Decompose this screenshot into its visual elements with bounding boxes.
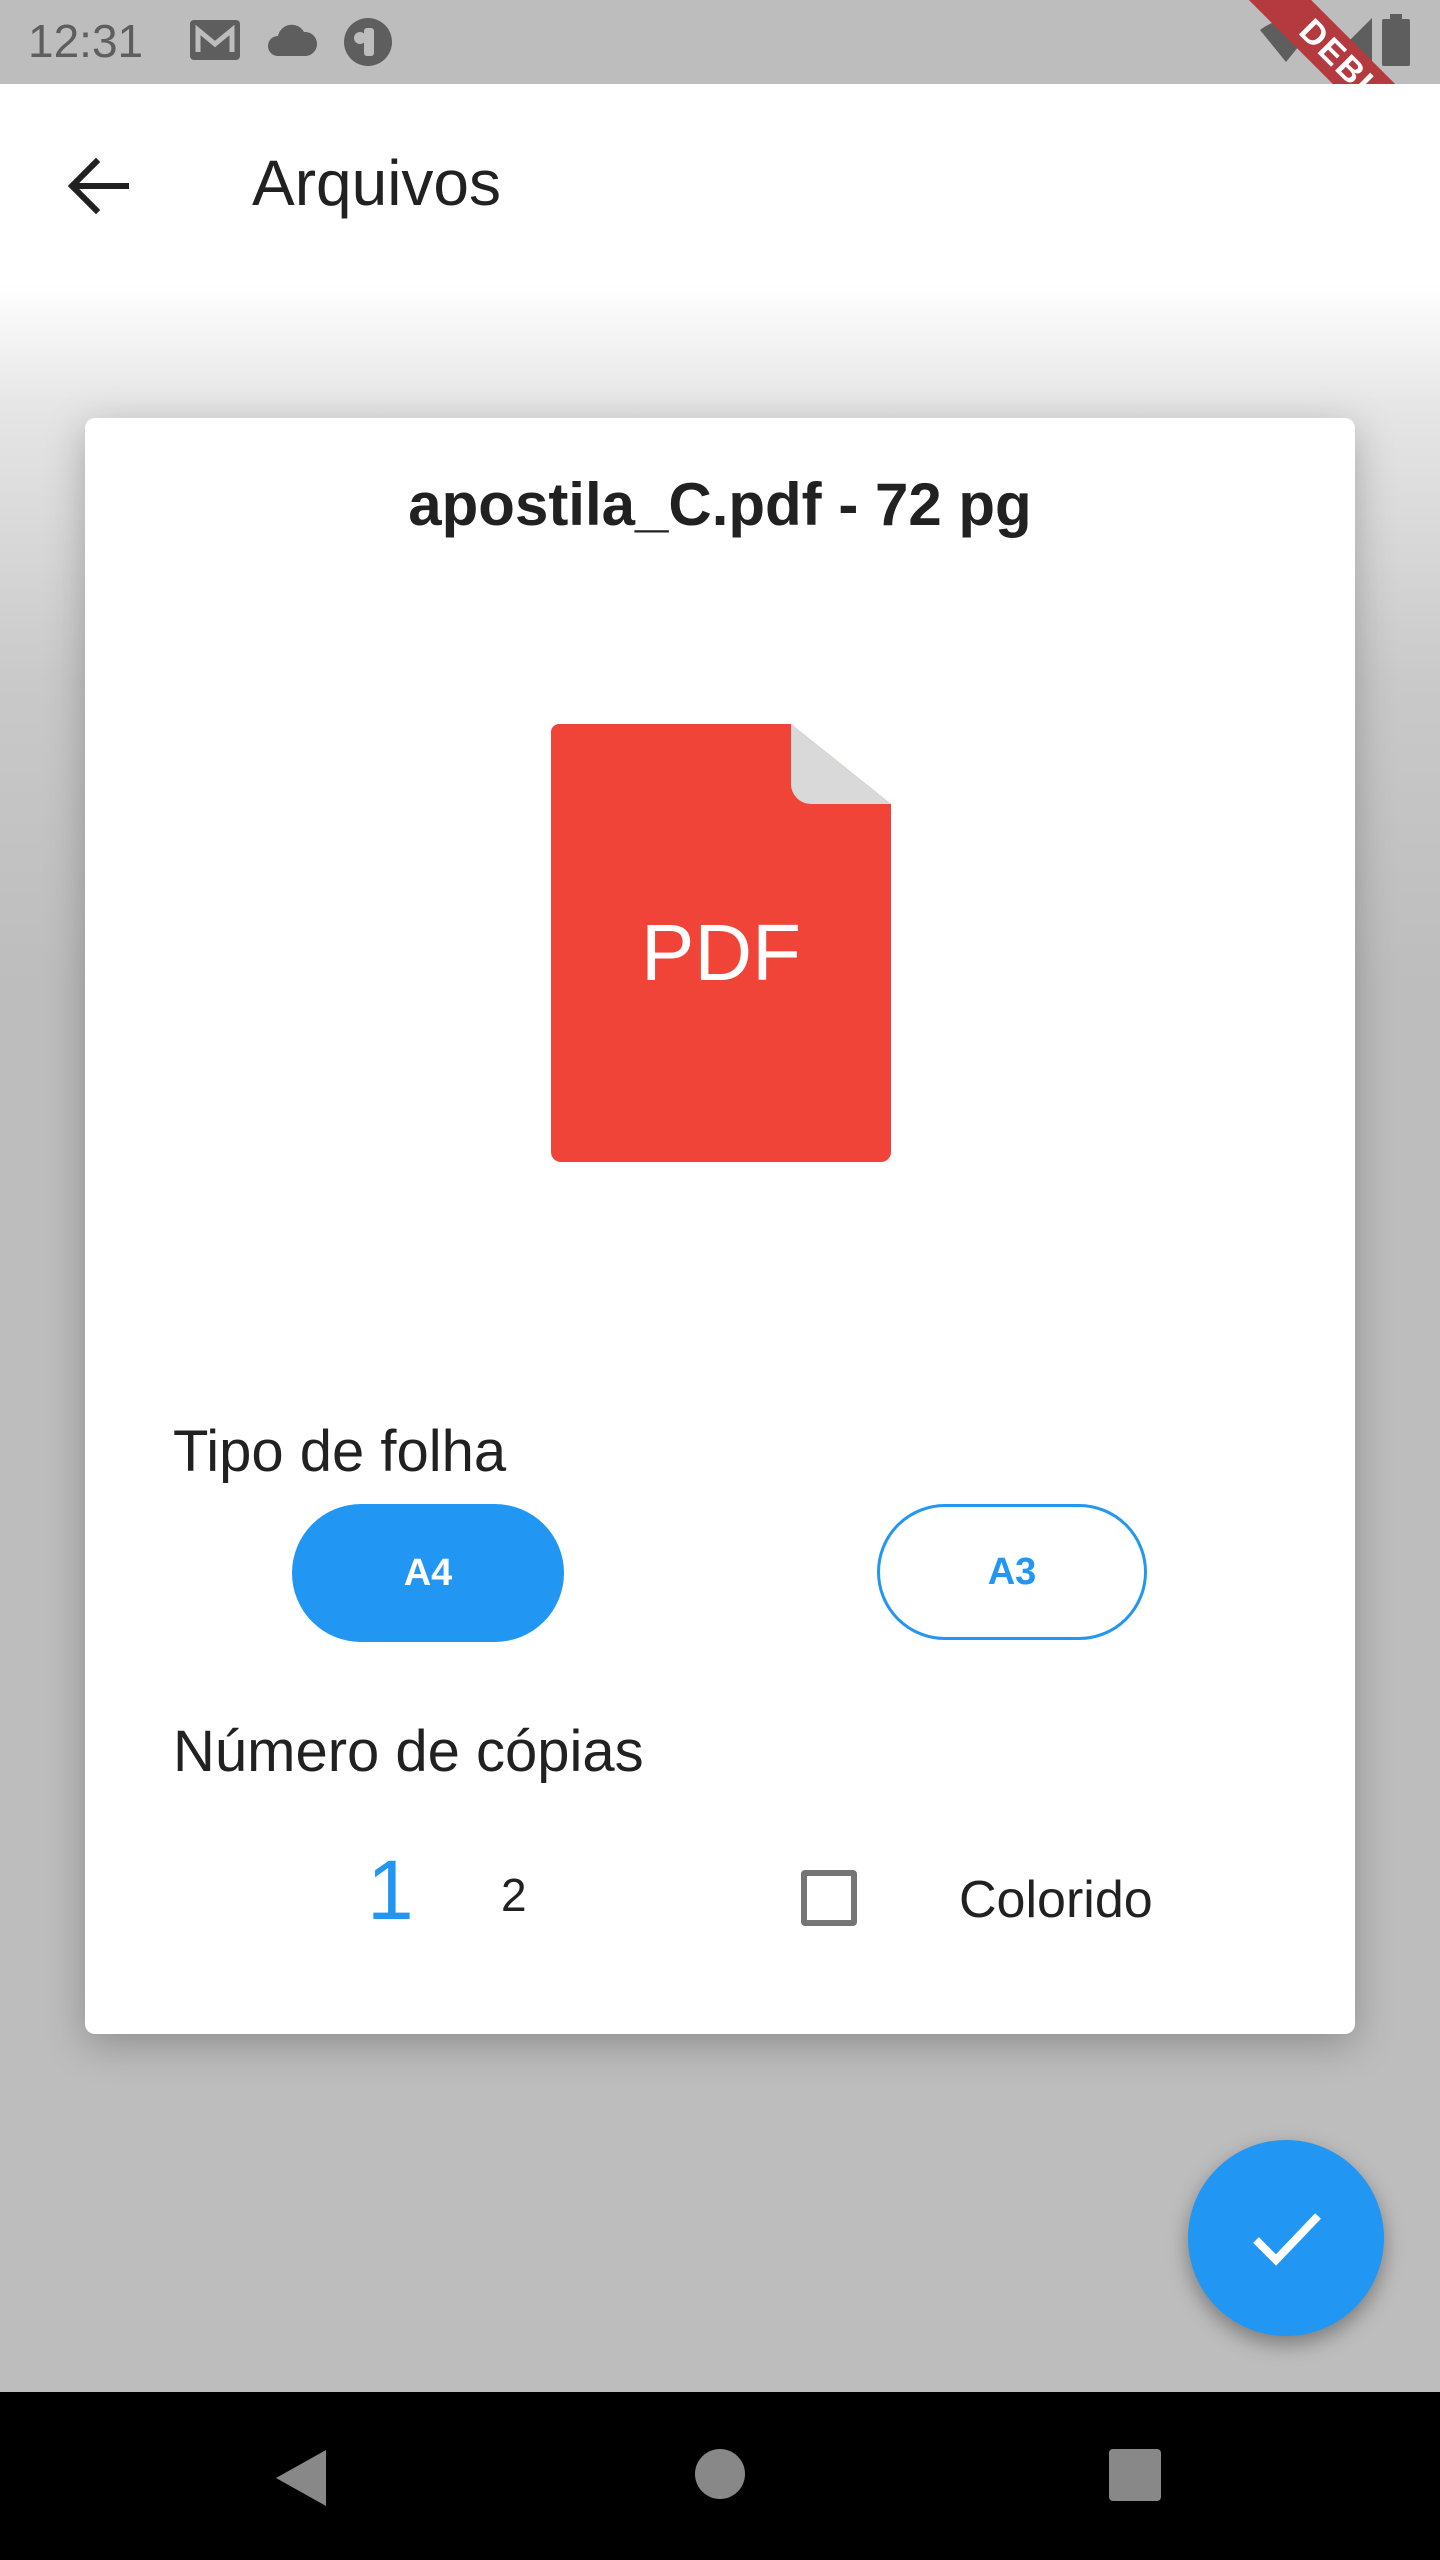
color-checkbox[interactable]: [801, 1870, 857, 1926]
copies-picker-next[interactable]: 2: [501, 1868, 527, 1922]
copies-picker-selected[interactable]: 1: [367, 1842, 414, 1939]
color-checkbox-label: Colorido: [959, 1871, 1153, 1929]
status-bar: 12:31 DEBUG: [0, 0, 1440, 84]
battery-icon: [1382, 14, 1410, 66]
pdf-file-icon: PDF: [551, 724, 891, 1162]
file-options-card: apostila_C.pdf - 72 pg PDF Tipo de folha…: [85, 418, 1355, 2034]
check-icon: [1253, 2213, 1321, 2266]
pdf-icon-label: PDF: [641, 908, 801, 997]
gmail-icon: [190, 20, 240, 60]
page-title: Arquivos: [252, 147, 501, 219]
nav-recents-icon[interactable]: [1108, 2448, 1162, 2502]
status-time: 12:31: [28, 15, 144, 67]
back-button[interactable]: [60, 146, 140, 226]
nav-home-icon[interactable]: [694, 2448, 746, 2500]
sheet-option-a3-button[interactable]: A3: [877, 1504, 1147, 1640]
confirm-fab-button[interactable]: [1188, 2140, 1384, 2336]
copies-label: Número de cópias: [173, 1719, 644, 1784]
cloud-icon: [268, 24, 318, 56]
sheet-option-a4-button[interactable]: A4: [292, 1504, 564, 1642]
sheet-type-label: Tipo de folha: [173, 1419, 507, 1484]
app-bar: Arquivos: [0, 84, 1440, 284]
app-notification-icon: [344, 18, 392, 66]
arrow-back-icon: [67, 157, 129, 215]
file-title: apostila_C.pdf - 72 pg: [408, 471, 1032, 538]
nav-back-icon[interactable]: [272, 2448, 328, 2508]
system-nav-bar: [0, 2392, 1440, 2560]
